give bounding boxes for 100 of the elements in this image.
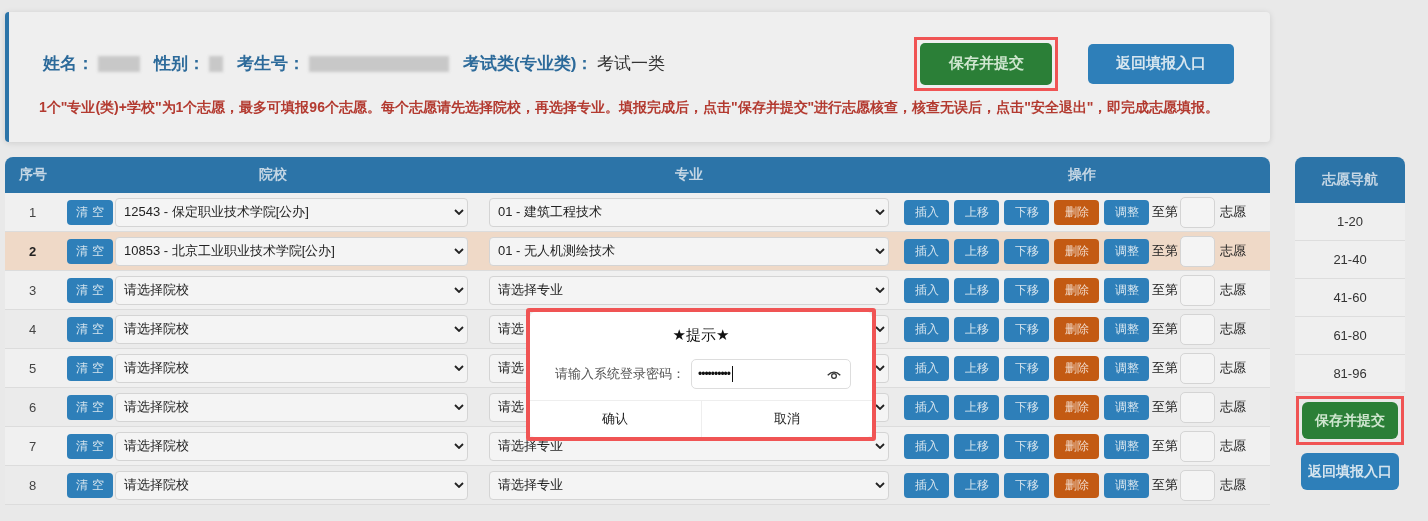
row-number: 5 xyxy=(28,360,37,376)
clear-button[interactable]: 清 空 xyxy=(67,394,113,420)
action-button[interactable]: 调整 xyxy=(1104,199,1149,225)
table-row[interactable]: 2 清 空 10853 - 北京工业职业技术学院[公办] 01 - 无人机测绘技术 插入 上移 下移 删除 调整 至第 志愿 xyxy=(5,232,1270,271)
clear-button[interactable]: 清 空 xyxy=(67,433,113,459)
delete-button[interactable]: 删除 xyxy=(1054,433,1099,459)
password-field[interactable]: •••••••••• xyxy=(691,359,851,389)
delete-button[interactable]: 删除 xyxy=(1054,355,1099,381)
action-button[interactable]: 下移 xyxy=(1004,433,1049,459)
to-label: 至第 xyxy=(1152,398,1178,416)
school-select[interactable]: 请选择院校 xyxy=(115,470,468,500)
to-label: 至第 xyxy=(1152,437,1178,455)
action-button[interactable]: 上移 xyxy=(954,355,999,381)
suffix-label: 志愿 xyxy=(1220,437,1246,455)
return-button[interactable]: 返回填报入口 xyxy=(1088,43,1234,84)
major-select[interactable]: 请选择专业 xyxy=(489,470,889,500)
action-button[interactable]: 上移 xyxy=(954,433,999,459)
action-button[interactable]: 插入 xyxy=(904,472,949,498)
suffix-label: 志愿 xyxy=(1220,476,1246,494)
suffix-label: 志愿 xyxy=(1220,359,1246,377)
major-select[interactable]: 01 - 无人机测绘技术 xyxy=(489,236,889,266)
nav-item[interactable]: 21-40 xyxy=(1295,241,1405,279)
action-button[interactable]: 插入 xyxy=(904,199,949,225)
suffix-label: 志愿 xyxy=(1220,203,1246,221)
column-header: 序号 xyxy=(17,166,48,184)
clear-button[interactable]: 清 空 xyxy=(67,277,113,303)
action-button[interactable]: 上移 xyxy=(954,199,999,225)
major-select[interactable]: 请选择专业 xyxy=(489,275,889,305)
action-button[interactable]: 调整 xyxy=(1104,355,1149,381)
column-header: 院校 xyxy=(257,166,288,184)
action-button[interactable]: 调整 xyxy=(1104,433,1149,459)
clear-button[interactable]: 清 空 xyxy=(67,472,113,498)
action-button[interactable]: 调整 xyxy=(1104,316,1149,342)
action-button[interactable]: 调整 xyxy=(1104,394,1149,420)
nav-item[interactable]: 81-96 xyxy=(1295,355,1405,393)
nav-item[interactable]: 61-80 xyxy=(1295,317,1405,355)
delete-button[interactable]: 删除 xyxy=(1054,472,1099,498)
action-button[interactable]: 下移 xyxy=(1004,199,1049,225)
delete-button[interactable]: 删除 xyxy=(1054,394,1099,420)
action-button[interactable]: 下移 xyxy=(1004,238,1049,264)
action-button[interactable]: 插入 xyxy=(904,316,949,342)
major-select[interactable]: 01 - 建筑工程技术 xyxy=(489,197,889,227)
school-select[interactable]: 12543 - 保定职业技术学院[公办] xyxy=(115,197,468,227)
action-button[interactable]: 插入 xyxy=(904,277,949,303)
clear-button[interactable]: 清 空 xyxy=(67,316,113,342)
nav-header: 志愿导航 xyxy=(1295,157,1405,203)
to-label: 至第 xyxy=(1152,476,1178,494)
return-button[interactable]: 返回填报入口 xyxy=(1301,453,1399,490)
delete-button[interactable]: 删除 xyxy=(1054,199,1099,225)
school-select[interactable]: 10853 - 北京工业职业技术学院[公办] xyxy=(115,236,468,266)
save-submit-button[interactable]: 保存并提交 xyxy=(920,42,1052,85)
school-select[interactable]: 请选择院校 xyxy=(115,353,468,383)
field-label: 性别： xyxy=(154,53,205,75)
clear-button[interactable]: 清 空 xyxy=(67,355,113,381)
action-button[interactable]: 上移 xyxy=(954,472,999,498)
school-select[interactable]: 请选择院校 xyxy=(115,314,468,344)
field-label: 考试类(专业类)： xyxy=(463,53,594,75)
action-button[interactable]: 下移 xyxy=(1004,316,1049,342)
delete-button[interactable]: 删除 xyxy=(1054,238,1099,264)
action-button[interactable]: 上移 xyxy=(954,238,999,264)
action-button[interactable]: 下移 xyxy=(1004,394,1049,420)
field-label: 考生号： xyxy=(237,53,305,75)
action-button[interactable]: 插入 xyxy=(904,355,949,381)
clear-button[interactable]: 清 空 xyxy=(67,199,113,225)
nav-item[interactable]: 1-20 xyxy=(1295,203,1405,241)
notice-text: 1个"专业(类)+学校"为1个志愿，最多可填报96个志愿。每个志愿请先选择院校，再选择专业。填报完成后，点击"保存并提交"进行志愿核查，核查无误后，点击"安全退出"，即完成志愿填报。 xyxy=(39,99,1221,117)
action-button[interactable]: 下移 xyxy=(1004,277,1049,303)
dialog-title: ★提示★ xyxy=(671,325,731,345)
action-button[interactable]: 插入 xyxy=(904,238,949,264)
action-button[interactable]: 插入 xyxy=(904,433,949,459)
field-value: 考试一类 xyxy=(597,53,666,75)
suffix-label: 志愿 xyxy=(1220,398,1246,416)
action-button[interactable]: 上移 xyxy=(954,277,999,303)
action-button[interactable]: 调整 xyxy=(1104,277,1149,303)
action-button[interactable]: 插入 xyxy=(904,394,949,420)
school-select[interactable]: 请选择院校 xyxy=(115,431,468,461)
save-submit-button[interactable]: 保存并提交 xyxy=(1302,402,1398,439)
action-button[interactable]: 下移 xyxy=(1004,355,1049,381)
password-label: 请输入系统登录密码： xyxy=(555,365,685,383)
row-number: 3 xyxy=(28,282,37,298)
action-button[interactable]: 调整 xyxy=(1104,238,1149,264)
delete-button[interactable]: 删除 xyxy=(1054,277,1099,303)
row-number: 4 xyxy=(28,321,37,337)
suffix-label: 志愿 xyxy=(1220,320,1246,338)
table-row[interactable]: 1 清 空 12543 - 保定职业技术学院[公办] 01 - 建筑工程技术 插入 上移 下移 删除 调整 至第 志愿 xyxy=(5,193,1270,232)
confirm-button[interactable]: 确认 xyxy=(530,401,702,437)
delete-button[interactable]: 删除 xyxy=(1054,316,1099,342)
row-number: 7 xyxy=(28,438,37,454)
school-select[interactable]: 请选择院校 xyxy=(115,392,468,422)
action-button[interactable]: 上移 xyxy=(954,394,999,420)
clear-button[interactable]: 清 空 xyxy=(67,238,113,264)
nav-item[interactable]: 41-60 xyxy=(1295,279,1405,317)
to-label: 至第 xyxy=(1152,203,1178,221)
school-select[interactable]: 请选择院校 xyxy=(115,275,468,305)
table-row[interactable]: 3 清 空 请选择院校 请选择专业 插入 上移 下移 删除 调整 至第 志愿 xyxy=(5,271,1270,310)
action-button[interactable]: 调整 xyxy=(1104,472,1149,498)
action-button[interactable]: 下移 xyxy=(1004,472,1049,498)
to-label: 至第 xyxy=(1152,281,1178,299)
row-number: 6 xyxy=(28,399,37,415)
action-button[interactable]: 上移 xyxy=(954,316,999,342)
